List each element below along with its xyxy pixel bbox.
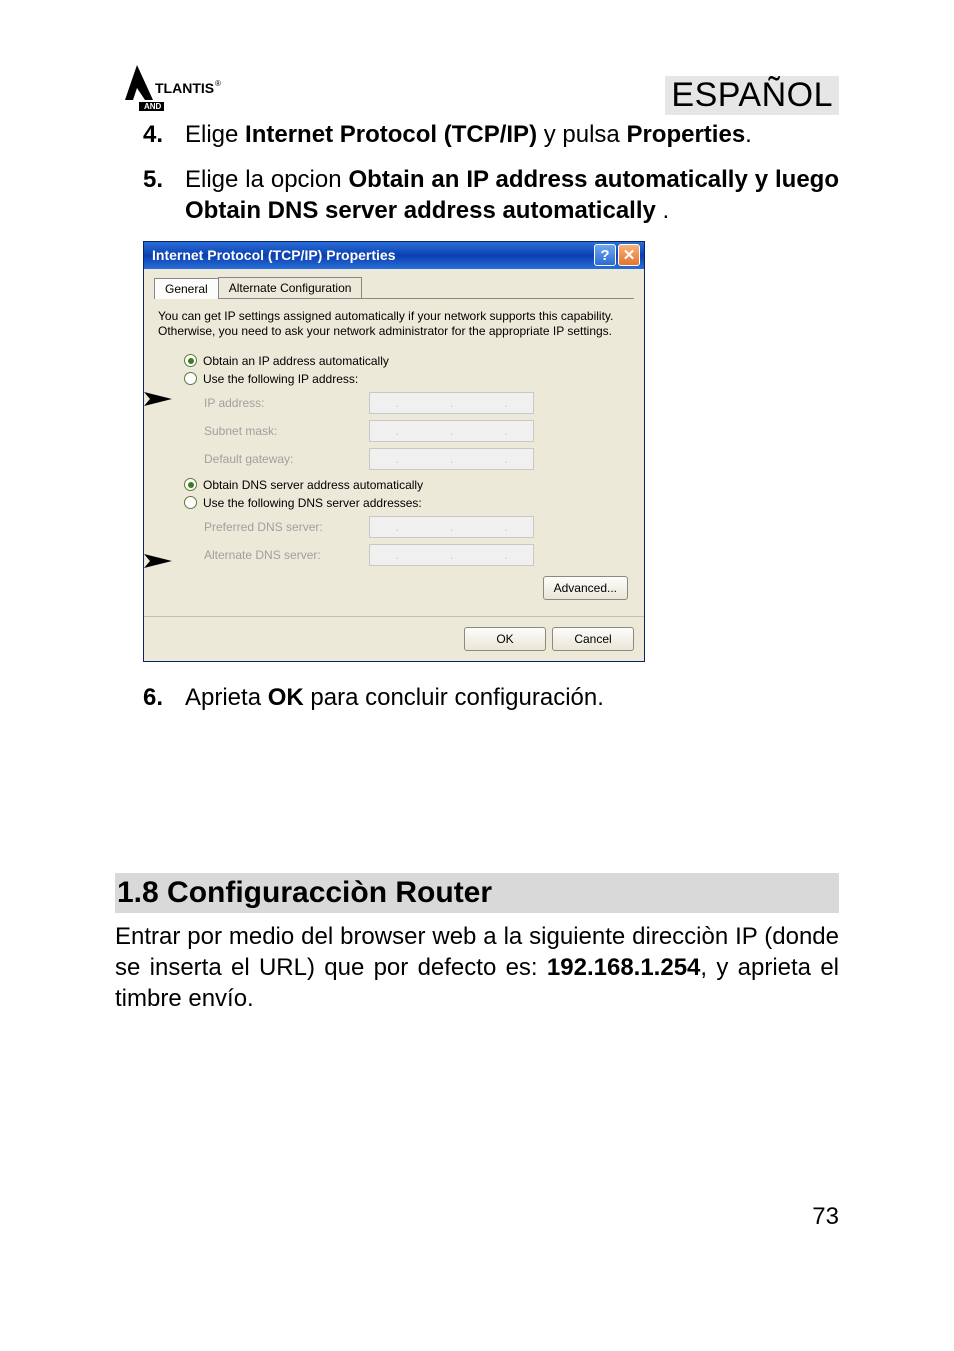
step-text: .	[745, 121, 752, 148]
radio-obtain-dns[interactable]: Obtain DNS server address automatically	[184, 478, 634, 492]
dialog-title: Internet Protocol (TCP/IP) Properties	[152, 247, 592, 263]
field-alt-dns: Alternate DNS server: ...	[204, 544, 634, 566]
tab-alternate-config[interactable]: Alternate Configuration	[218, 277, 363, 298]
close-button[interactable]: ✕	[618, 244, 640, 266]
step-text: y pulsa	[537, 121, 626, 148]
ip-input[interactable]: ...	[369, 392, 534, 414]
step-number: 4.	[143, 119, 185, 150]
radio-use-ip[interactable]: Use the following IP address:	[184, 372, 634, 386]
callout-arrow-icon	[142, 552, 182, 570]
radio-icon	[184, 354, 197, 367]
radio-icon	[184, 478, 197, 491]
radio-label: Obtain an IP address automatically	[203, 354, 389, 368]
field-label: Default gateway:	[204, 452, 369, 466]
step-bold: Properties	[626, 121, 745, 148]
step-text: Elige la opcion	[185, 166, 349, 193]
step-text: .	[656, 197, 669, 224]
step-number: 5.	[143, 164, 185, 226]
step-text: Aprieta	[185, 684, 268, 711]
dialog-description: You can get IP settings assigned automat…	[158, 309, 630, 340]
ip-input[interactable]: ...	[369, 544, 534, 566]
radio-label: Use the following DNS server addresses:	[203, 496, 422, 510]
field-label: IP address:	[204, 396, 369, 410]
step-4: 4. Elige Internet Protocol (TCP/IP) y pu…	[143, 119, 839, 150]
ok-button[interactable]: OK	[464, 627, 546, 651]
field-pref-dns: Preferred DNS server: ...	[204, 516, 634, 538]
radio-label: Use the following IP address:	[203, 372, 358, 386]
svg-text:AND: AND	[144, 102, 162, 111]
brand-logo: TLANTIS ® AND	[115, 60, 225, 115]
tcpip-properties-dialog: Internet Protocol (TCP/IP) Properties ? …	[143, 241, 645, 662]
field-label: Alternate DNS server:	[204, 548, 369, 562]
field-ip-address: IP address: ...	[204, 392, 634, 414]
page-number: 73	[812, 1203, 839, 1231]
ip-input[interactable]: ...	[369, 516, 534, 538]
tab-general[interactable]: General	[154, 278, 219, 299]
dialog-titlebar: Internet Protocol (TCP/IP) Properties ? …	[144, 242, 644, 269]
callout-arrow-icon	[142, 390, 182, 408]
step-6: 6. Aprieta OK para concluir configuració…	[143, 682, 839, 713]
language-label: ESPAÑOL	[665, 76, 839, 115]
ip-input[interactable]: ...	[369, 420, 534, 442]
section-heading: 1.8 Configuracciòn Router	[115, 873, 839, 913]
radio-icon	[184, 372, 197, 385]
ip-input[interactable]: ...	[369, 448, 534, 470]
field-label: Subnet mask:	[204, 424, 369, 438]
radio-use-dns[interactable]: Use the following DNS server addresses:	[184, 496, 634, 510]
field-gateway: Default gateway: ...	[204, 448, 634, 470]
radio-obtain-ip[interactable]: Obtain an IP address automatically	[184, 354, 634, 368]
help-button[interactable]: ?	[594, 244, 616, 266]
step-bold: Internet Protocol (TCP/IP)	[245, 121, 537, 148]
cancel-button[interactable]: Cancel	[552, 627, 634, 651]
advanced-button[interactable]: Advanced...	[543, 576, 628, 600]
step-text: para concluir configuración.	[304, 684, 604, 711]
svg-text:®: ®	[215, 79, 221, 88]
radio-label: Obtain DNS server address automatically	[203, 478, 423, 492]
section-paragraph: Entrar por medio del browser web a la si…	[115, 921, 839, 1015]
step-text: Elige	[185, 121, 245, 148]
radio-icon	[184, 496, 197, 509]
step-number: 6.	[143, 682, 185, 713]
para-ip: 192.168.1.254	[547, 954, 700, 981]
field-label: Preferred DNS server:	[204, 520, 369, 534]
svg-text:TLANTIS: TLANTIS	[155, 80, 214, 96]
field-subnet: Subnet mask: ...	[204, 420, 634, 442]
step-5: 5. Elige la opcion Obtain an IP address …	[143, 164, 839, 226]
step-bold: OK	[268, 684, 304, 711]
